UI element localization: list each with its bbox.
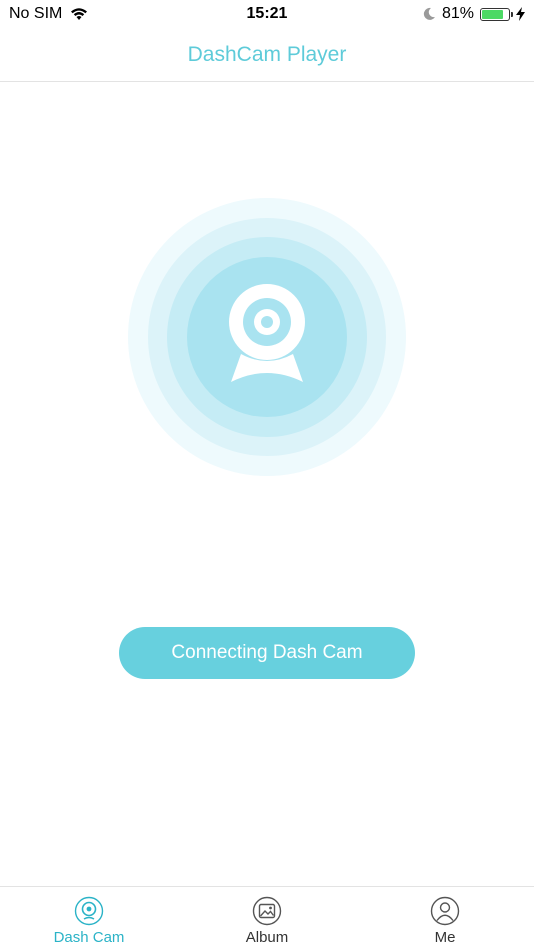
tab-label-album: Album <box>245 929 289 946</box>
battery-icon <box>480 7 513 21</box>
person-icon <box>430 896 460 926</box>
connecting-dashcam-button[interactable]: Connecting Dash Cam <box>119 627 415 679</box>
battery-fill <box>482 9 504 19</box>
dashcam-hero <box>128 198 406 476</box>
battery-percent: 81% <box>441 5 474 22</box>
album-icon <box>252 896 282 926</box>
charging-bolt-icon <box>516 7 525 21</box>
status-right: 81% <box>422 5 525 23</box>
dashcam-tab-icon <box>74 896 104 926</box>
tab-dash-cam[interactable]: Dash Cam <box>0 887 178 950</box>
status-bar: No SIM 15:21 81% <box>0 0 534 28</box>
tab-me[interactable]: Me <box>356 887 534 950</box>
tab-bar: Dash Cam Album Me <box>0 886 534 950</box>
page-title: DashCam Player <box>187 42 347 66</box>
connect-button-label: Connecting Dash Cam <box>171 642 363 663</box>
tab-label-me: Me <box>434 929 456 946</box>
dashcam-icon <box>229 284 305 382</box>
tab-label-dash-cam: Dash Cam <box>53 929 125 946</box>
navigation-bar: DashCam Player <box>0 28 534 82</box>
tab-album[interactable]: Album <box>178 887 356 950</box>
moon-icon <box>423 7 435 20</box>
